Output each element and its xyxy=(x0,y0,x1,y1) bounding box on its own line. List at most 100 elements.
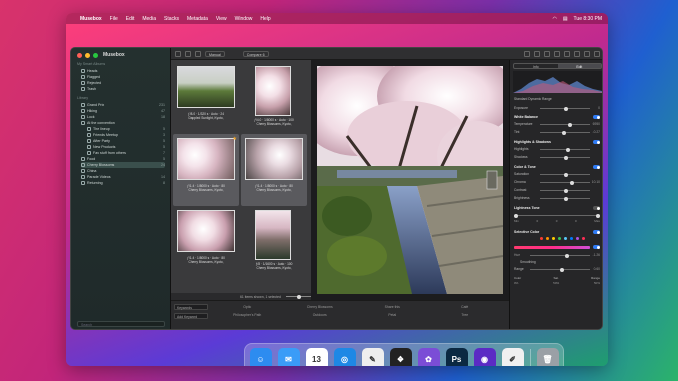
color-swatch[interactable] xyxy=(582,237,585,240)
menu-media[interactable]: Media xyxy=(142,16,156,22)
main-photo[interactable] xyxy=(317,66,503,294)
musebox-icon[interactable]: ✿ xyxy=(417,348,440,366)
lightness-slider[interactable] xyxy=(514,213,600,218)
sidebar-item-trash[interactable]: Trash xyxy=(81,86,165,92)
lightness-toggle[interactable] xyxy=(593,206,600,210)
list-view-icon[interactable] xyxy=(195,50,201,57)
contrast-slider[interactable] xyxy=(540,188,590,193)
keyword-tag[interactable]: Tree xyxy=(429,313,502,319)
minimize-button[interactable] xyxy=(85,53,90,58)
figma-icon[interactable]: ❖ xyxy=(389,348,412,366)
color-swatch[interactable] xyxy=(546,237,549,240)
menu-window[interactable]: Window xyxy=(235,16,253,22)
menu-help[interactable]: Help xyxy=(260,16,270,22)
menu-edit[interactable]: Edit xyxy=(126,16,135,22)
hue-slider[interactable] xyxy=(530,253,590,258)
color-swatch[interactable] xyxy=(552,237,555,240)
exposure-slider[interactable] xyxy=(540,106,590,111)
temperature-slider[interactable] xyxy=(540,122,590,127)
highlights-slider[interactable] xyxy=(540,147,590,152)
calendar-icon[interactable]: 13 xyxy=(305,348,328,366)
window-controls xyxy=(77,53,98,58)
layout-icon[interactable] xyxy=(574,50,580,57)
tint-slider[interactable] xyxy=(540,130,590,135)
hue-toggle[interactable] xyxy=(593,245,600,249)
shadows-slider[interactable] xyxy=(540,155,590,160)
chroma-slider[interactable] xyxy=(540,180,590,185)
menu-stacks[interactable]: Stacks xyxy=(164,16,179,22)
thumbnail[interactable]: ƒ/8 · 1/1600 s · Auto · 100 Cherry Bloss… xyxy=(241,206,307,278)
selective-color-toggle[interactable] xyxy=(593,230,600,234)
nova-icon[interactable]: ◉ xyxy=(473,348,496,366)
share-icon[interactable] xyxy=(594,50,600,57)
compare-icon[interactable] xyxy=(544,50,550,57)
close-button[interactable] xyxy=(77,53,82,58)
color-swatch[interactable] xyxy=(576,237,579,240)
compare-dropdown[interactable]: Compare 6 xyxy=(242,50,269,57)
inspector-toggle-icon[interactable] xyxy=(584,50,590,57)
control-center-icon[interactable]: ▤ xyxy=(563,16,568,22)
saturation-slider[interactable] xyxy=(540,172,590,177)
thumbnail-zoom-slider[interactable] xyxy=(285,294,312,299)
range-slider[interactable] xyxy=(530,267,590,272)
album-icon xyxy=(87,139,91,143)
trash-icon[interactable]: 🗑 xyxy=(536,348,559,366)
safari-icon[interactable]: ◎ xyxy=(333,348,356,366)
color-swatch[interactable] xyxy=(558,237,561,240)
trash-icon xyxy=(81,87,85,91)
keyword-tag[interactable]: Outdoors xyxy=(284,313,357,319)
white-balance-toggle[interactable] xyxy=(593,115,600,119)
photoshop-icon[interactable]: Ps xyxy=(445,348,468,366)
color-tone-toggle[interactable] xyxy=(593,165,600,169)
zoom-button[interactable] xyxy=(93,53,98,58)
sidebar-item-label: Food xyxy=(87,157,96,161)
color-swatch[interactable] xyxy=(564,237,567,240)
thumbnail[interactable]: ƒ/4.0 · 1/8000 s · Auto · 100 Cherry Blo… xyxy=(241,62,307,134)
color-swatch[interactable] xyxy=(540,237,543,240)
thumbnail[interactable]: ƒ/1.4 · 1/8000 s · Auto · 80 Cherry Blos… xyxy=(173,206,239,278)
thumbnail-selected[interactable]: ƒ/1.4 · 1/8000 s · Auto · 80 Cherry Blos… xyxy=(241,134,307,206)
keywords-field[interactable]: Keywords xyxy=(174,304,208,310)
keyword-tag[interactable]: Cherry Blossoms xyxy=(284,305,357,311)
brightness-slider[interactable] xyxy=(540,196,590,201)
keyword-tag[interactable]: Café xyxy=(429,305,502,311)
finder-icon[interactable]: ☺ xyxy=(249,348,272,366)
adjust-icon[interactable] xyxy=(554,50,560,57)
tab-edit[interactable]: Edit xyxy=(557,64,601,69)
menu-metadata[interactable]: Metadata xyxy=(187,16,208,22)
scale-label: 0 xyxy=(555,219,558,223)
sidebar-toggle-icon[interactable] xyxy=(175,50,181,57)
menu-file[interactable]: File xyxy=(110,16,118,22)
sort-dropdown[interactable]: Manual xyxy=(205,50,225,57)
hue-bar[interactable] xyxy=(514,246,590,249)
image-viewer xyxy=(311,60,509,300)
keyword-tag[interactable]: Philosopher's Path xyxy=(211,313,284,319)
wifi-icon[interactable]: ◠ xyxy=(552,16,556,22)
info-icon[interactable] xyxy=(524,50,530,57)
grid-view-icon[interactable] xyxy=(185,50,191,57)
sidebar-search-input[interactable]: Search xyxy=(77,321,165,327)
thumbnail-image xyxy=(177,66,235,108)
album-icon xyxy=(81,103,85,107)
add-keyword-field[interactable]: Add Keyword xyxy=(174,313,208,319)
crop-icon[interactable] xyxy=(564,50,570,57)
menu-view[interactable]: View xyxy=(216,16,227,22)
view-icon[interactable] xyxy=(534,50,540,57)
clock[interactable]: Tue 8:30 PM xyxy=(574,16,602,22)
sidebar-item-label: Parade Videos xyxy=(87,175,111,179)
thumbnail-image xyxy=(177,138,235,180)
keyword-tag[interactable]: Optic xyxy=(211,305,284,311)
tab-info[interactable]: Info xyxy=(514,64,558,69)
keyword-tag[interactable]: Petal xyxy=(356,313,429,319)
highlights-toggle[interactable] xyxy=(593,140,600,144)
script-editor-icon[interactable]: ✎ xyxy=(361,348,384,366)
sidebar-item-album[interactable]: Returning 8 xyxy=(81,180,165,186)
keyword-tag[interactable]: Share this xyxy=(356,305,429,311)
mail-icon[interactable]: ✉ xyxy=(277,348,300,366)
pencil-icon[interactable]: ✐ xyxy=(501,348,524,366)
album-icon xyxy=(87,151,91,155)
color-swatch[interactable] xyxy=(570,237,573,240)
thumbnail[interactable]: ƒ/8.0 · 1/320 s · Auto · 24 Dappled Sunl… xyxy=(173,62,239,134)
app-menu[interactable]: Musebox xyxy=(80,16,102,22)
thumbnail-selected[interactable]: ★ ƒ/1.4 · 1/8000 s · Auto · 80 Cherry Bl… xyxy=(173,134,239,206)
